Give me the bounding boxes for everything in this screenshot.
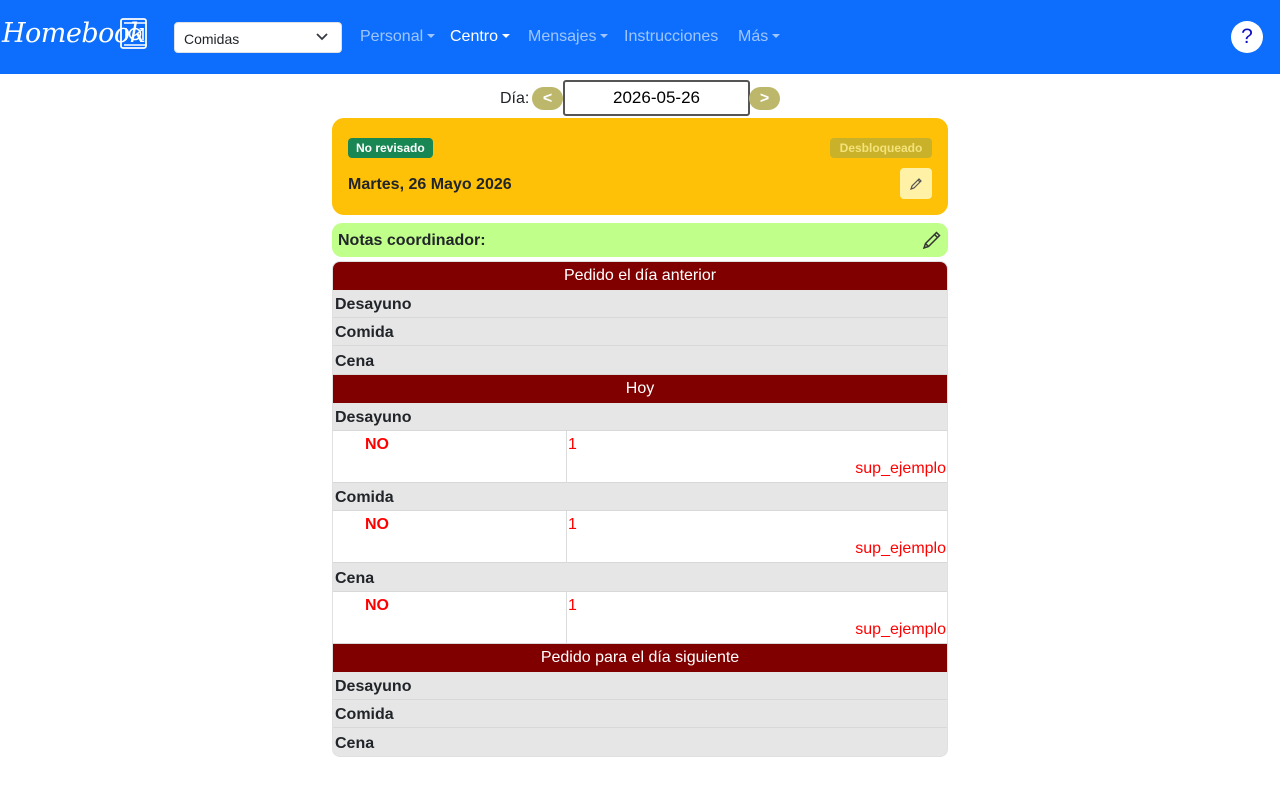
answer-value: NO bbox=[365, 436, 389, 453]
chevron-down-icon bbox=[316, 33, 328, 41]
caret-down-icon bbox=[427, 34, 436, 38]
meal-detail-row[interactable]: NO 1 sup_ejemplo bbox=[333, 592, 947, 644]
top-navbar: Homebook Comidas Personal Centro Mensaje… bbox=[0, 0, 1280, 74]
section-header-next: Pedido para el día siguiente bbox=[333, 644, 947, 672]
user-value: sup_ejemplo bbox=[855, 621, 946, 638]
quantity-value: 1 bbox=[568, 597, 577, 614]
meal-detail-row[interactable]: NO 1 sup_ejemplo bbox=[333, 511, 947, 563]
review-status-badge: No revisado bbox=[348, 138, 433, 158]
plate-book-icon[interactable] bbox=[119, 18, 149, 50]
notes-label: Notas coordinador: bbox=[338, 232, 486, 249]
meal-orders-table: Pedido el día anterior Desayuno Comida C… bbox=[332, 261, 948, 757]
next-day-button[interactable]: > bbox=[749, 87, 780, 110]
meal-detail-row[interactable]: NO 1 sup_ejemplo bbox=[333, 431, 947, 483]
caret-down-icon bbox=[772, 34, 781, 38]
nav-centro[interactable]: Centro bbox=[450, 28, 511, 46]
question-icon: ? bbox=[1241, 25, 1253, 48]
meal-row: Cena bbox=[333, 347, 947, 375]
coordinator-notes: Notas coordinador: bbox=[332, 223, 948, 257]
nav-mensajes[interactable]: Mensajes bbox=[528, 28, 609, 46]
answer-value: NO bbox=[365, 597, 389, 614]
meal-row: Cena bbox=[333, 729, 947, 756]
meal-row: Desayuno bbox=[333, 672, 947, 700]
answer-value: NO bbox=[365, 516, 389, 533]
pencil-icon bbox=[910, 178, 922, 190]
nav-instrucciones[interactable]: Instrucciones bbox=[624, 28, 718, 46]
answer-cell: NO bbox=[333, 511, 567, 563]
meal-row: Desayuno bbox=[333, 403, 947, 431]
edit-day-button[interactable] bbox=[900, 168, 932, 199]
caret-down-icon bbox=[600, 34, 609, 38]
section-select-value: Comidas bbox=[184, 31, 240, 47]
pencil-icon[interactable] bbox=[921, 229, 943, 251]
caret-down-icon bbox=[502, 34, 511, 38]
nav-mas[interactable]: Más bbox=[738, 28, 781, 46]
section-select[interactable]: Comidas bbox=[174, 22, 342, 53]
quantity-value: 1 bbox=[568, 516, 577, 533]
section-header-today: Hoy bbox=[333, 375, 947, 403]
day-title: Martes, 26 Mayo 2026 bbox=[348, 176, 512, 193]
answer-cell: NO bbox=[333, 431, 567, 483]
meal-row: Desayuno bbox=[333, 290, 947, 318]
quantity-value: 1 bbox=[568, 436, 577, 453]
user-value: sup_ejemplo bbox=[855, 540, 946, 557]
help-button[interactable]: ? bbox=[1231, 21, 1263, 53]
user-value: sup_ejemplo bbox=[855, 460, 946, 477]
section-header-previous: Pedido el día anterior bbox=[333, 262, 947, 290]
nav-personal[interactable]: Personal bbox=[360, 28, 436, 46]
meal-row: Comida bbox=[333, 483, 947, 511]
day-label: Día: bbox=[500, 90, 530, 107]
prev-day-button[interactable]: < bbox=[532, 87, 563, 110]
meal-row: Comida bbox=[333, 318, 947, 346]
date-input[interactable]: 2026-05-26 bbox=[563, 80, 750, 116]
day-card: No revisado Desbloqueado Martes, 26 Mayo… bbox=[332, 118, 948, 215]
lock-status-badge: Desbloqueado bbox=[830, 138, 932, 158]
answer-cell: NO bbox=[333, 592, 567, 644]
meal-row: Cena bbox=[333, 564, 947, 592]
meal-row: Comida bbox=[333, 700, 947, 728]
